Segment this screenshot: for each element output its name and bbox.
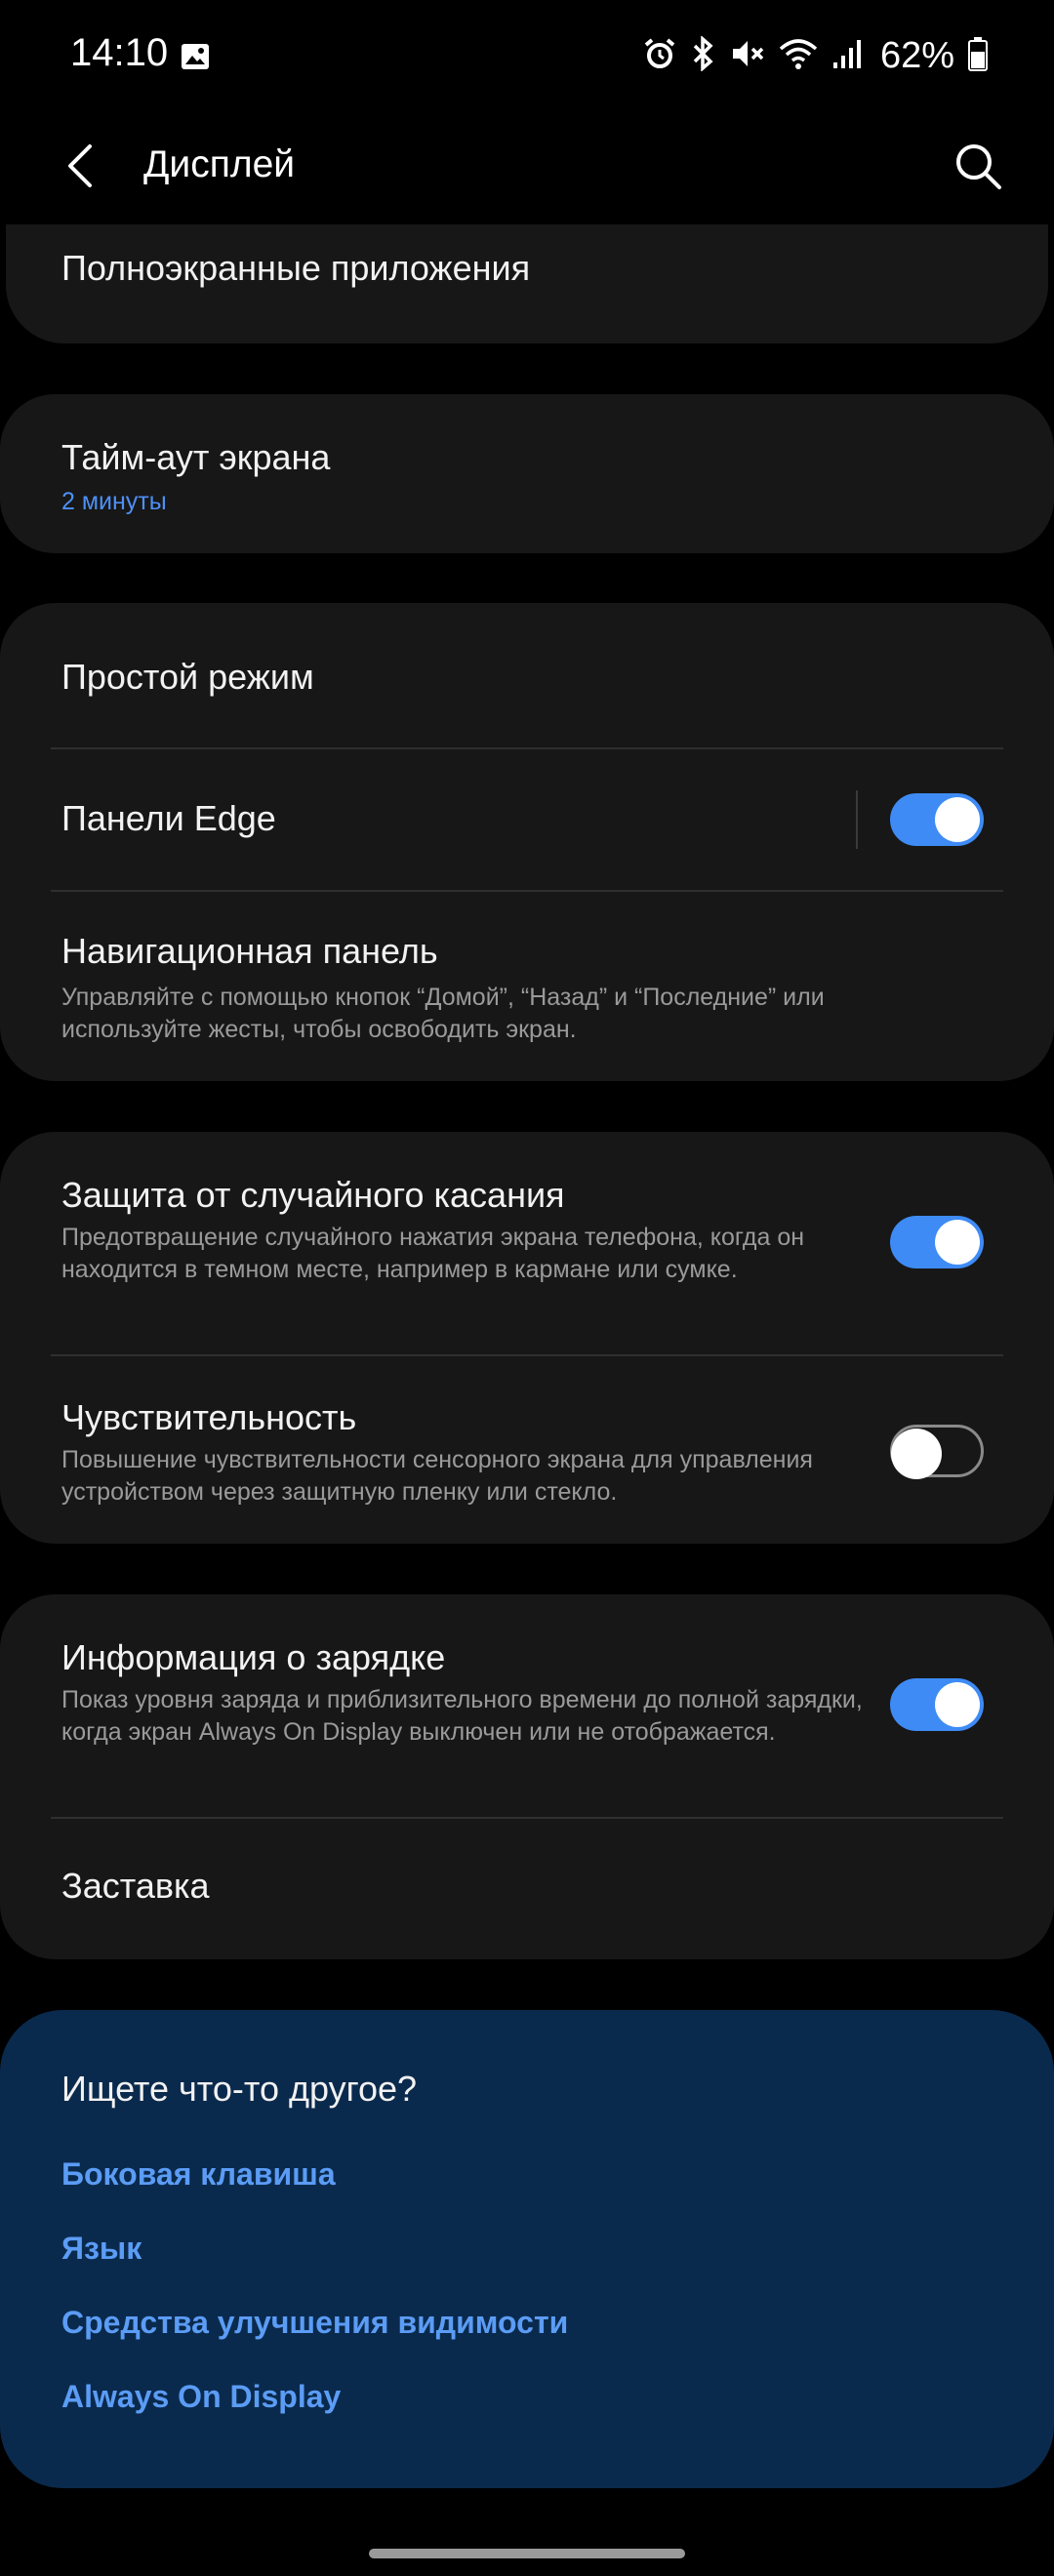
display-settings-screen: 14:10 62% Дисплей Полноэкранные приложен… bbox=[0, 0, 1054, 2576]
screen-timeout-value: 2 минуты bbox=[61, 488, 167, 515]
charging-info-description: Показ уровня заряда и приблизительного в… bbox=[61, 1686, 863, 1746]
screen-saver-item[interactable]: Заставка bbox=[0, 1819, 1054, 1959]
suggestions-title: Ищете что-то другое? bbox=[61, 2069, 418, 2109]
screen-timeout-item[interactable]: Тайм-аут экрана 2 минуты bbox=[0, 394, 1054, 553]
touch-sensitivity-toggle[interactable] bbox=[890, 1425, 984, 1479]
page-title: Дисплей bbox=[143, 143, 296, 185]
suggestion-link-side-key[interactable]: Боковая клавиша bbox=[61, 2156, 336, 2193]
screen-saver-title: Заставка bbox=[61, 1866, 210, 1906]
accidental-touch-toggle[interactable] bbox=[890, 1216, 984, 1268]
edge-panels-title: Панели Edge bbox=[61, 798, 276, 838]
status-time: 14:10 bbox=[70, 31, 169, 74]
navigation-bar-description: Управляйте с помощью кнопок “Домой”, “На… bbox=[61, 984, 825, 1043]
gallery-icon bbox=[180, 41, 211, 77]
signal-icon bbox=[831, 37, 863, 75]
status-bar: 14:10 62% bbox=[0, 0, 1054, 117]
toggle-knob bbox=[935, 797, 980, 842]
accidental-touch-description: Предотвращение случайного нажатия экрана… bbox=[61, 1224, 805, 1283]
home-indicator[interactable] bbox=[369, 2549, 685, 2558]
fullscreen-apps-title: Полноэкранные приложения bbox=[61, 248, 531, 288]
touch-sensitivity-item[interactable]: Чувствительность Повышение чувствительно… bbox=[0, 1356, 1054, 1544]
search-button[interactable] bbox=[947, 135, 1009, 197]
touch-sensitivity-title: Чувствительность bbox=[61, 1397, 357, 1437]
search-icon bbox=[956, 144, 1001, 189]
screen-timeout-title: Тайм-аут экрана bbox=[61, 437, 331, 477]
bluetooth-icon bbox=[691, 35, 716, 76]
back-arrow-icon bbox=[68, 144, 92, 187]
accidental-touch-title: Защита от случайного касания bbox=[61, 1175, 565, 1215]
suggestion-link-always-on-display[interactable]: Always On Display bbox=[61, 2379, 341, 2415]
suggestion-link-language[interactable]: Язык bbox=[61, 2231, 142, 2267]
accidental-touch-item[interactable]: Защита от случайного касания Предотвраще… bbox=[0, 1132, 1054, 1354]
touch-sensitivity-description: Повышение чувствительности сенсорного эк… bbox=[61, 1446, 813, 1506]
app-header: Дисплей bbox=[0, 117, 1054, 215]
alarm-icon bbox=[642, 36, 677, 76]
battery-icon bbox=[968, 36, 988, 76]
charging-card: Информация о зарядке Показ уровня заряда… bbox=[0, 1594, 1054, 1959]
toggle-knob bbox=[891, 1429, 942, 1479]
charging-info-item[interactable]: Информация о зарядке Показ уровня заряда… bbox=[0, 1594, 1054, 1817]
fullscreen-apps-card: Полноэкранные приложения bbox=[6, 224, 1048, 343]
mute-icon bbox=[730, 36, 765, 76]
easy-mode-item[interactable]: Простой режим bbox=[0, 603, 1054, 747]
fullscreen-apps-item[interactable]: Полноэкранные приложения bbox=[6, 224, 1048, 343]
back-button[interactable] bbox=[53, 135, 115, 197]
wifi-icon bbox=[779, 37, 818, 75]
charging-info-title: Информация о зарядке bbox=[61, 1637, 446, 1677]
suggestion-link-visibility[interactable]: Средства улучшения видимости bbox=[61, 2305, 568, 2341]
screen-timeout-card: Тайм-аут экрана 2 минуты bbox=[0, 394, 1054, 553]
navigation-bar-item[interactable]: Навигационная панель Управляйте с помощь… bbox=[0, 892, 1054, 1081]
toggle-knob bbox=[935, 1220, 980, 1265]
battery-percent: 62% bbox=[879, 35, 954, 76]
suggestions-card: Ищете что-то другое? Боковая клавиша Язы… bbox=[0, 2010, 1054, 2488]
charging-info-toggle[interactable] bbox=[890, 1678, 984, 1731]
status-icons: 62% bbox=[642, 35, 988, 77]
edge-panels-toggle[interactable] bbox=[890, 793, 984, 846]
interface-card: Простой режим Панели Edge Навигационная … bbox=[0, 603, 1054, 1081]
vertical-divider bbox=[856, 790, 858, 849]
touch-card: Защита от случайного касания Предотвраще… bbox=[0, 1132, 1054, 1544]
navigation-bar-title: Навигационная панель bbox=[61, 931, 438, 971]
edge-panels-item[interactable]: Панели Edge bbox=[0, 749, 1054, 890]
easy-mode-title: Простой режим bbox=[61, 657, 314, 697]
toggle-knob bbox=[935, 1682, 980, 1727]
